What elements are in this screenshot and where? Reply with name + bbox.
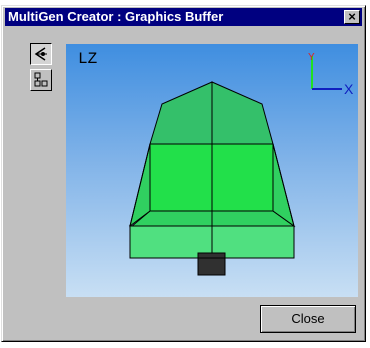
graphics-buffer-window: MultiGen Creator : Graphics Buffer × LZ … bbox=[1, 5, 366, 342]
eye-view-icon bbox=[34, 47, 47, 61]
layout-tool-button[interactable] bbox=[30, 69, 52, 91]
graphics-viewport[interactable]: LZ Y X bbox=[66, 44, 358, 297]
hierarchy-icon bbox=[34, 72, 48, 87]
building-model bbox=[128, 81, 296, 276]
view-tool-button[interactable] bbox=[30, 43, 52, 65]
window-close-button[interactable]: × bbox=[344, 10, 360, 24]
close-button[interactable]: Close bbox=[260, 305, 356, 333]
door bbox=[197, 252, 226, 276]
close-icon: × bbox=[348, 9, 356, 24]
left-roof-face bbox=[149, 81, 213, 145]
window-title: MultiGen Creator : Graphics Buffer bbox=[8, 9, 224, 24]
right-roof-face bbox=[211, 81, 274, 145]
title-bar[interactable]: MultiGen Creator : Graphics Buffer × bbox=[5, 8, 362, 26]
